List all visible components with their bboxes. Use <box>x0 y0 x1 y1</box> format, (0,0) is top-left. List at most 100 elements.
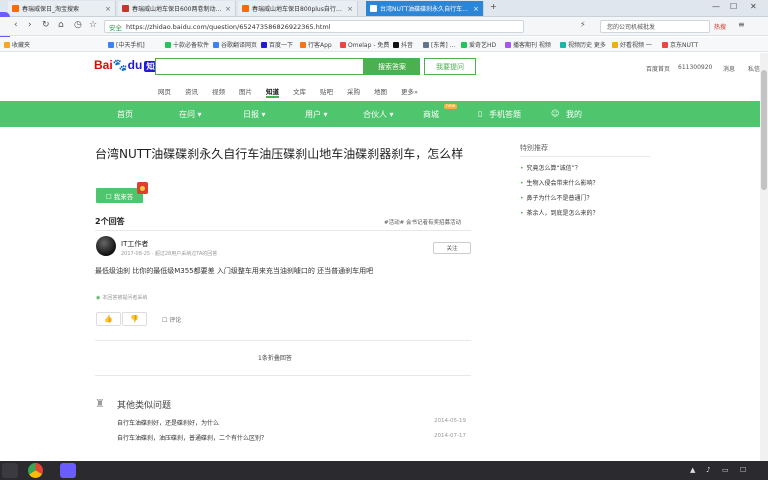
bookmark-item[interactable]: 播客期刊 视频 <box>505 40 551 49</box>
bookmark-item[interactable]: [东菁] … <box>423 40 456 49</box>
address-bar[interactable]: 安全 https://zhidao.baidu.com/question/652… <box>104 20 524 33</box>
bookmark-item[interactable]: 好看视频 一 <box>612 40 652 49</box>
close-tab-icon[interactable]: × <box>344 5 353 13</box>
menu-mobile-answer[interactable]: 手机答题 <box>489 109 521 120</box>
back-icon[interactable]: ‹ <box>14 20 18 30</box>
search-answer-button[interactable]: 搜索答案 <box>364 58 420 75</box>
nav-video[interactable]: 视频 <box>212 86 225 98</box>
nav-web[interactable]: 网页 <box>158 86 171 98</box>
recommend-item[interactable]: • 生物入侵会带来什么影响？ <box>520 178 599 187</box>
bookmark-item[interactable]: 十款必备软件 <box>165 40 209 49</box>
scrollbar-thumb[interactable] <box>761 70 767 190</box>
tab-3[interactable]: 春瑞威山地车保日800plus自行… × <box>238 1 358 16</box>
bookmark-item[interactable]: 爱奇艺HD <box>461 40 496 49</box>
menu-partners[interactable]: 合伙人 ▾ <box>363 109 394 120</box>
menu-asking[interactable]: 在问 ▾ <box>179 109 202 120</box>
browser-app-icon[interactable] <box>28 463 43 478</box>
forward-icon[interactable]: › <box>28 20 32 30</box>
similar-question-link[interactable]: 自行车油碟刹好，还是碟刹好，为什么 <box>117 418 219 427</box>
bookmark-item[interactable]: 京东NUTT <box>662 40 698 49</box>
tab-favicon-icon <box>12 5 19 12</box>
nav-news[interactable]: 资讯 <box>185 86 198 98</box>
dislike-button[interactable]: 👎 <box>122 312 147 326</box>
battery-icon[interactable]: ▭ <box>722 466 729 474</box>
baidu-home-link[interactable]: 百度首页 <box>646 64 670 73</box>
bookmark-item[interactable]: 谷歌翻译网页 <box>213 40 257 49</box>
hot-search-label[interactable]: 热搜 <box>714 22 726 31</box>
menu-daily[interactable]: 日报 ▾ <box>243 109 266 120</box>
new-tab-button[interactable]: + <box>490 2 497 11</box>
zhidao-search-input[interactable] <box>155 58 364 75</box>
ask-question-button[interactable]: 我要提问 <box>424 58 476 75</box>
paw-icon: 🐾 <box>112 58 128 72</box>
tab-2[interactable]: 春瑞威山地车保日600两卷制动… × <box>118 1 236 16</box>
bookmark-item[interactable]: [中天手机] <box>108 40 145 49</box>
volume-icon[interactable]: ♪ <box>706 466 710 474</box>
nav-wenku[interactable]: 文库 <box>293 86 306 98</box>
recommend-item[interactable]: • 鼻子为什么不是普通门？ <box>520 193 593 202</box>
baidu-product-nav: 网页 资讯 视频 图片 知道 文库 贴吧 采购 地图 更多» <box>158 86 432 98</box>
url-text: https://zhidao.baidu.com/question/652473… <box>126 22 331 31</box>
recommend-item[interactable]: • 茶余人，到底是怎么来的？ <box>520 208 599 217</box>
nav-images[interactable]: 图片 <box>239 86 252 98</box>
tab-4-active[interactable]: 台湾NUTT油碟碟刹永久自行车… × <box>366 1 484 16</box>
bookmark-item[interactable]: 收藏夹 <box>4 40 30 49</box>
bookmark-item[interactable]: 百度一下 <box>261 40 293 49</box>
nav-zhidao[interactable]: 知道 <box>266 86 279 98</box>
bookmark-item[interactable]: 抖音 <box>393 40 413 49</box>
bookmark-item[interactable]: 视频历史 更多 <box>560 40 606 49</box>
notification-icon[interactable]: ☐ <box>740 466 746 474</box>
tab-title: 台湾NUTT油碟碟刹永久自行车… <box>380 6 469 13</box>
comment-link[interactable]: ☐ 评论 <box>162 315 181 324</box>
bookmarks-bar: 收藏夹 [中天手机] 十款必备软件 谷歌翻译网页 百度一下 行客App Omel… <box>0 37 768 52</box>
answerer-name[interactable]: IT工作者 <box>121 239 148 249</box>
close-tab-icon[interactable]: × <box>222 5 231 13</box>
nav-map[interactable]: 地图 <box>374 86 387 98</box>
recommend-item[interactable]: • 究竟怎么算“诚信”？ <box>520 163 581 172</box>
answer-button[interactable]: ☐ 我来答 <box>96 188 143 203</box>
nav-procurement[interactable]: 采购 <box>347 86 360 98</box>
start-icon[interactable] <box>2 463 18 478</box>
user-id-link[interactable]: 611300920 <box>678 64 712 71</box>
private-messages-link[interactable]: 私信 <box>748 64 760 73</box>
minimize-button[interactable]: — <box>712 2 720 11</box>
zhidao-main-menu: 首页 在问 ▾ 日报 ▾ 用户 ▾ 合伙人 ▾ 商城 ▯ 手机答题 ☺ 我的 <box>0 101 768 127</box>
refresh-icon[interactable]: ↻ <box>42 20 50 30</box>
similar-question-link[interactable]: 自行车油碟刹，油压碟刹，普通碟刹，二个有什么区别？ <box>117 433 267 442</box>
like-button[interactable]: 👍 <box>96 312 121 326</box>
follow-button[interactable]: 关注 <box>433 242 471 254</box>
close-window-button[interactable]: ✕ <box>750 2 757 11</box>
divider <box>95 230 471 231</box>
maximize-button[interactable]: ☐ <box>730 2 737 11</box>
recommend-title: 特别推荐 <box>520 144 548 152</box>
close-tab-icon[interactable]: × <box>102 5 111 13</box>
bookmark-item[interactable]: 行客App <box>300 40 332 49</box>
tab-1[interactable]: 春瑞威保日_淘宝搜索 × <box>8 1 116 16</box>
close-tab-icon[interactable]: × <box>470 5 479 13</box>
browser-search-input[interactable]: 您的公司机械批发 <box>600 20 710 33</box>
lightning-icon[interactable]: ⚡ <box>580 20 586 29</box>
divider <box>95 375 471 376</box>
home-icon[interactable]: ⌂ <box>58 20 64 30</box>
nav-more[interactable]: 更多» <box>401 86 418 98</box>
network-icon[interactable]: ▲ <box>690 466 695 474</box>
menu-mall[interactable]: 商城 <box>423 109 439 120</box>
red-envelope-icon[interactable] <box>137 182 148 194</box>
mobile-phone-icon: ▯ <box>478 109 483 118</box>
menu-home[interactable]: 首页 <box>117 109 133 120</box>
menu-users[interactable]: 用户 ▾ <box>305 109 328 120</box>
bookmark-star-icon[interactable]: ☆ <box>89 20 97 30</box>
folded-answers-link[interactable]: 1条折叠回答 <box>258 353 292 362</box>
baidu-zhidao-logo[interactable]: Bai🐾du知道 <box>94 58 165 72</box>
app-icon[interactable] <box>60 463 76 478</box>
similar-question-date: 2014-05-19 <box>434 418 466 424</box>
menu-icon[interactable]: ≡ <box>738 20 745 29</box>
avatar[interactable] <box>96 236 116 256</box>
new-badge: new <box>444 104 458 109</box>
menu-mine[interactable]: 我的 <box>566 109 582 120</box>
messages-link[interactable]: 消息 <box>723 64 735 73</box>
activity-link[interactable]: #活动# 会书记者有奖招募活动 <box>384 218 461 226</box>
bookmark-item[interactable]: Omelap - 免费 <box>340 40 389 49</box>
history-icon[interactable]: ◷ <box>74 20 82 30</box>
nav-tieba[interactable]: 贴吧 <box>320 86 333 98</box>
